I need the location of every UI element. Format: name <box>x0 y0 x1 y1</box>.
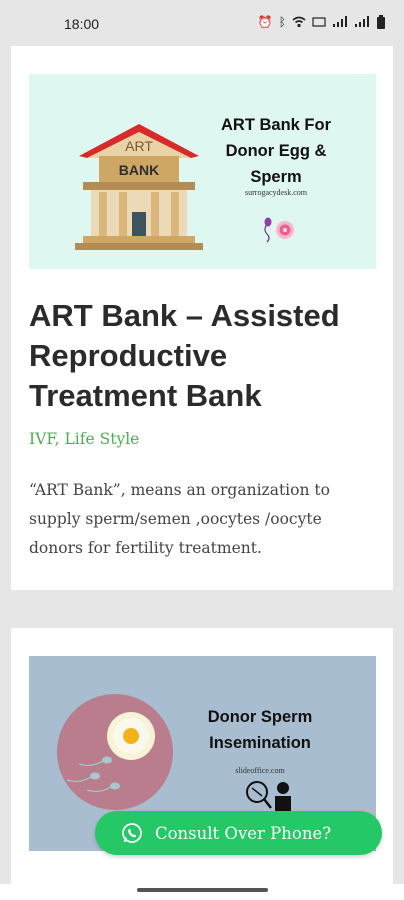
post-featured-image[interactable]: ART BANK ART Bank For Donor Egg & Sperm … <box>29 74 376 269</box>
sperm-egg-icon <box>264 217 294 243</box>
wifi-icon <box>292 16 306 28</box>
egg-cell-illustration <box>57 694 173 810</box>
status-time: 18:00 <box>64 16 100 32</box>
signal-icon-2 <box>355 16 369 27</box>
consult-phone-button[interactable]: Consult Over Phone? <box>95 811 382 855</box>
banner-site: surrogacydesk.com <box>245 188 307 197</box>
building-label: BANK <box>119 162 159 178</box>
battery-icon <box>377 15 385 29</box>
banner-site-2: slideoffice.com <box>235 766 285 775</box>
status-icons: ⏰ ᛒ <box>258 15 386 29</box>
alarm-icon: ⏰ <box>257 15 273 29</box>
roof-label: ART <box>125 138 153 154</box>
volte-icon <box>312 17 326 27</box>
post-excerpt: “ART Bank”, means an organization to sup… <box>29 481 330 557</box>
whatsapp-icon <box>122 823 142 843</box>
post-categories[interactable]: IVF, Life Style <box>29 430 139 448</box>
consult-phone-label: Consult Over Phone? <box>155 823 332 843</box>
banner-title-2: Donor Sperm Insemination <box>207 708 313 752</box>
bluetooth-icon: ᛒ <box>278 15 286 29</box>
status-bar: 18:00 ⏰ ᛒ <box>0 0 404 44</box>
signal-icon <box>333 16 347 27</box>
post-title[interactable]: ART Bank – Assisted Reproductive Treatme… <box>29 296 369 416</box>
post-card[interactable]: ART BANK ART Bank For Donor Egg & Sperm … <box>11 46 393 590</box>
banner-title: ART Bank For Donor Egg & Sperm <box>220 116 331 186</box>
gesture-nav-handle[interactable] <box>137 888 268 892</box>
bottom-strip <box>0 884 404 900</box>
bank-building-illustration: ART BANK <box>75 124 203 250</box>
